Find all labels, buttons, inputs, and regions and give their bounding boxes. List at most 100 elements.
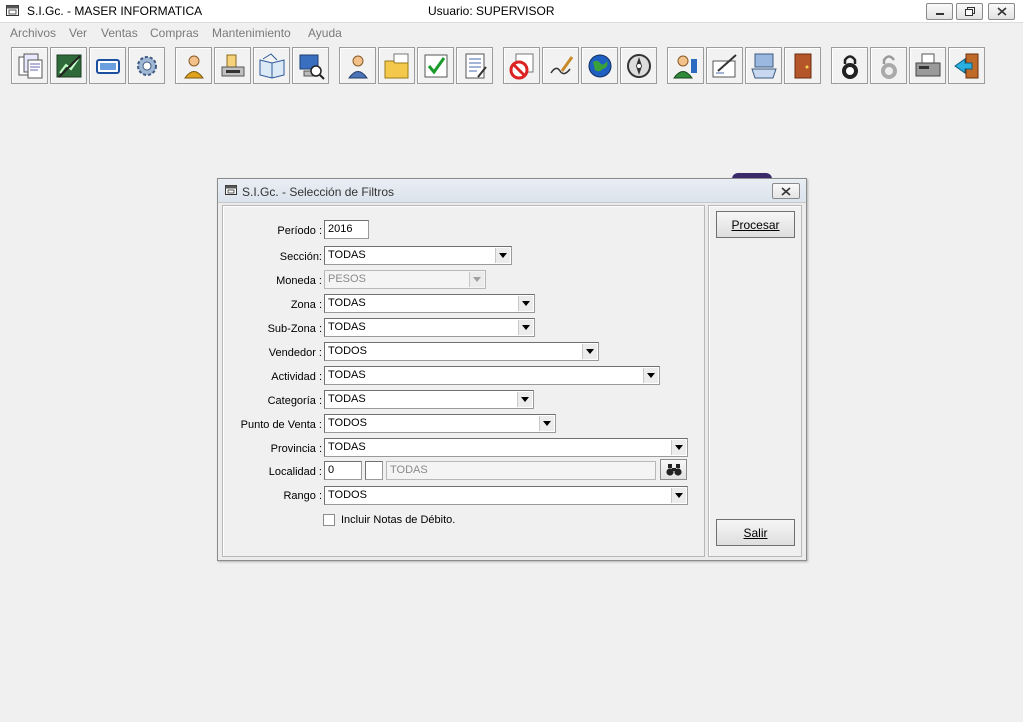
notas-debito-label[interactable]: Incluir Notas de Débito. (341, 514, 455, 526)
seccion-select[interactable]: TODAS (324, 246, 512, 265)
zona-select[interactable]: TODAS (324, 294, 535, 313)
toolbar-notes-button[interactable] (456, 47, 493, 84)
chevron-down-icon[interactable] (518, 320, 533, 335)
close-button[interactable] (988, 3, 1015, 20)
filter-dialog: S.I.Gc. - Selección de Filtros Período :… (217, 178, 807, 561)
toolbar-compass-button[interactable] (620, 47, 657, 84)
toolbar-unlock-button[interactable] (870, 47, 907, 84)
minimize-button[interactable] (926, 3, 953, 20)
computer-search-icon (299, 54, 325, 80)
actividad-value: TODAS (328, 369, 366, 381)
subzona-value: TODAS (328, 321, 366, 333)
printer-icon (221, 54, 244, 76)
periodo-input[interactable]: 2016 (324, 220, 369, 239)
menu-archivos[interactable]: Archivos (10, 26, 56, 40)
localidad-label: Localidad : (268, 466, 322, 478)
fax-icon (915, 53, 940, 76)
punto-venta-select[interactable]: TODOS (324, 414, 556, 433)
moneda-label: Moneda : (276, 275, 322, 287)
punto-venta-label: Punto de Venta : (240, 419, 322, 431)
toolbar-keyboard-button[interactable] (745, 47, 782, 84)
menu-ver[interactable]: Ver (69, 26, 87, 40)
signature-icon (549, 55, 573, 74)
checklist-icon (424, 54, 447, 77)
subzona-label: Sub-Zona : (267, 323, 322, 335)
folder-icon (384, 53, 408, 78)
documents-icon (18, 53, 42, 78)
toolbar-documents-button[interactable] (11, 47, 48, 84)
toolbar-fax-button[interactable] (909, 47, 946, 84)
periodo-label: Período : (277, 225, 322, 237)
card-icon (95, 58, 120, 74)
chevron-down-icon[interactable] (517, 392, 532, 407)
toolbar-signature-button[interactable] (542, 47, 579, 84)
restore-icon (964, 7, 975, 16)
toolbar-settings-button[interactable] (128, 47, 165, 84)
unlock-icon (880, 54, 897, 79)
toolbar-book-button[interactable] (253, 47, 290, 84)
vendedor-select[interactable]: TODOS (324, 342, 599, 361)
person-icon (347, 55, 368, 78)
vendedor-value: TODOS (328, 345, 367, 357)
toolbar-search-computer-button[interactable] (292, 47, 329, 84)
menu-bar: Archivos Ver Ventas Compras Mantenimient… (0, 23, 1023, 42)
toolbar-checklist-button[interactable] (417, 47, 454, 84)
chevron-down-icon[interactable] (518, 296, 533, 311)
procesar-button[interactable]: Procesar (716, 211, 795, 238)
chevron-down-icon[interactable] (671, 488, 686, 503)
subzona-select[interactable]: TODAS (324, 318, 535, 337)
chevron-down-icon[interactable] (582, 344, 597, 359)
dialog-titlebar: S.I.Gc. - Selección de Filtros (218, 179, 806, 203)
compass-icon (626, 53, 651, 78)
zona-label: Zona : (290, 299, 322, 311)
toolbar-prohibited-button[interactable] (503, 47, 540, 84)
chevron-down-icon[interactable] (539, 416, 554, 431)
toolbar-door-button[interactable] (784, 47, 821, 84)
user-icon (183, 55, 204, 78)
window-titlebar: S.I.Gc. - MASER INFORMATICA Usuario: SUP… (0, 0, 1023, 23)
menu-ayuda[interactable]: Ayuda (308, 26, 342, 40)
book-icon (259, 52, 284, 79)
categoria-label: Categoría : (267, 395, 322, 407)
dialog-close-button[interactable] (772, 183, 800, 199)
filter-panel: Período : 2016 Sección: TODAS Moneda : P… (222, 205, 705, 557)
toolbar-folder-button[interactable] (378, 47, 415, 84)
localidad-search-button[interactable] (660, 459, 687, 480)
toolbar-lock-button[interactable] (831, 47, 868, 84)
toolbar-exit-button[interactable] (948, 47, 985, 84)
actividad-select[interactable]: TODAS (324, 366, 660, 385)
salir-button[interactable]: Salir (716, 519, 795, 546)
provincia-select[interactable]: TODAS (324, 438, 688, 457)
localidad-name-input: TODAS (386, 461, 656, 480)
rango-select[interactable]: TODOS (324, 486, 688, 505)
toolbar-person-button[interactable] (339, 47, 376, 84)
localidad-code-input[interactable]: 0 (324, 461, 362, 480)
categoria-value: TODAS (328, 393, 366, 405)
categoria-select[interactable]: TODAS (324, 390, 534, 409)
ledger-icon (56, 54, 81, 78)
menu-mantenimiento[interactable]: Mantenimiento (212, 26, 291, 40)
toolbar-card-button[interactable] (89, 47, 126, 84)
chevron-down-icon[interactable] (643, 368, 658, 383)
toolbar-globe-button[interactable] (581, 47, 618, 84)
seccion-value: TODAS (328, 249, 366, 261)
chevron-down-icon[interactable] (495, 248, 510, 263)
notas-debito-checkbox[interactable] (323, 514, 335, 526)
notes-icon (465, 53, 487, 78)
toolbar-user-button[interactable] (175, 47, 212, 84)
localidad-sub-input[interactable] (365, 461, 383, 480)
app-window-icon (6, 5, 19, 16)
toolbar-printer-button[interactable] (214, 47, 251, 84)
actividad-label: Actividad : (271, 371, 322, 383)
restore-button[interactable] (956, 3, 983, 20)
menu-compras[interactable]: Compras (150, 26, 199, 40)
toolbar-edit-button[interactable] (706, 47, 743, 84)
toolbar-people-button[interactable] (667, 47, 704, 84)
close-icon (781, 186, 791, 196)
gear-icon (136, 55, 157, 76)
toolbar-ledger-button[interactable] (50, 47, 87, 84)
app-title: S.I.Gc. - MASER INFORMATICA (27, 4, 203, 18)
menu-ventas[interactable]: Ventas (101, 26, 138, 40)
chevron-down-icon[interactable] (671, 440, 686, 455)
dialog-window-icon (225, 185, 237, 198)
